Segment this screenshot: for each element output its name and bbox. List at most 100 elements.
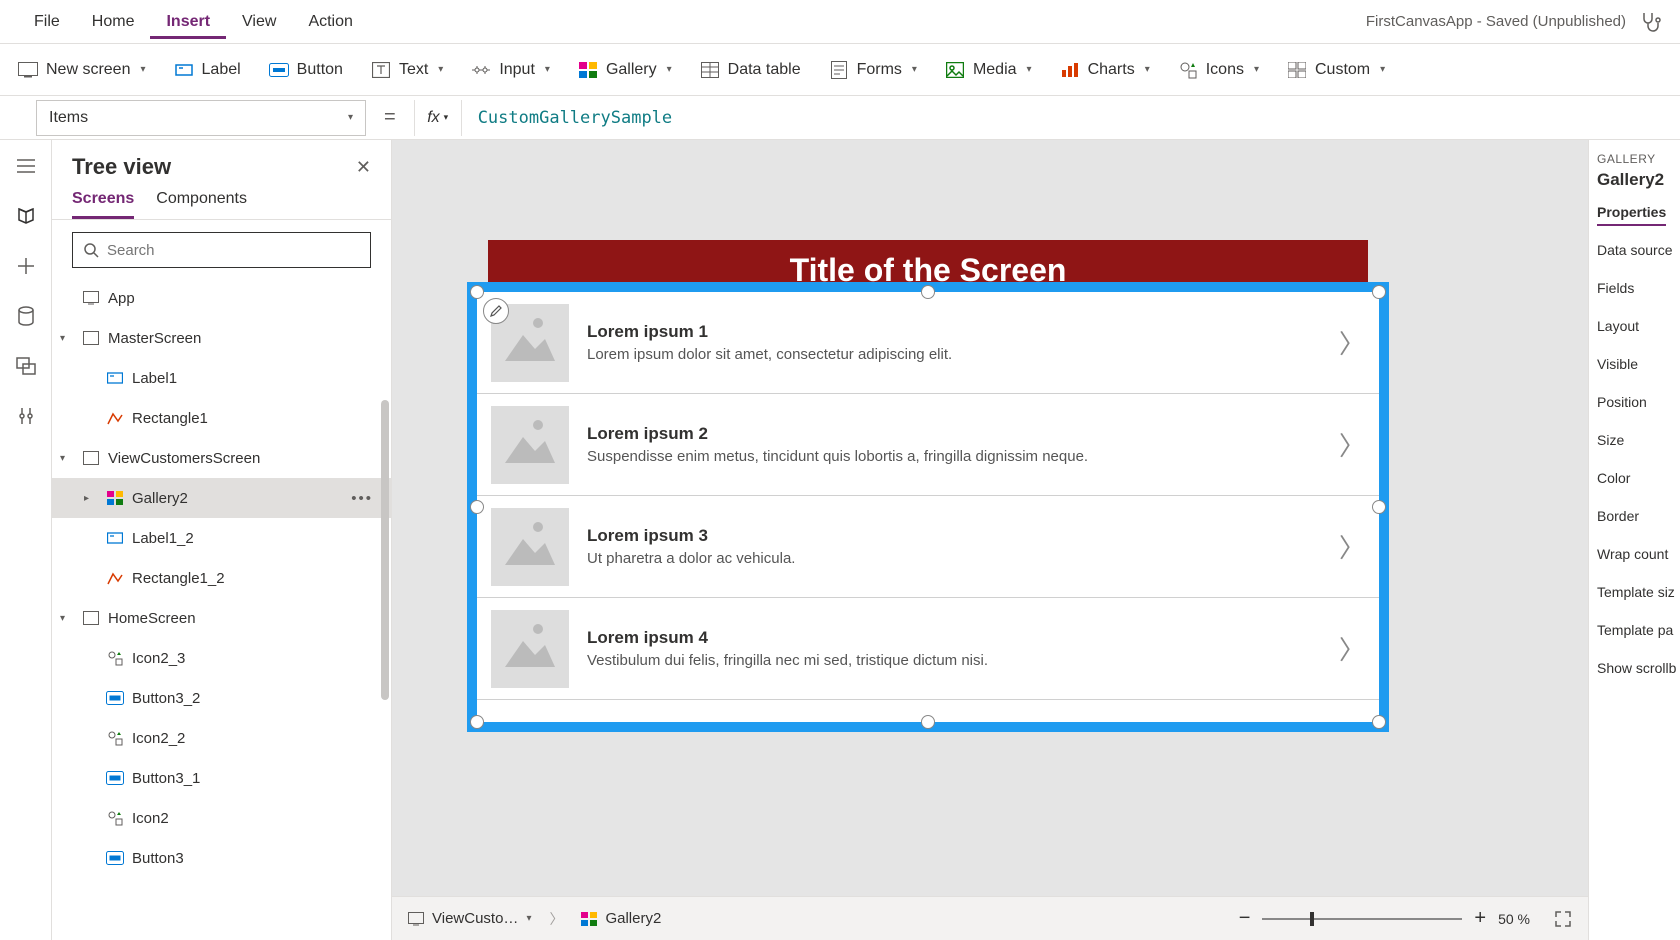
tree-node-rectangle1[interactable]: Rectangle1 xyxy=(52,398,391,438)
hamburger-icon[interactable] xyxy=(14,154,38,178)
app-checker-icon[interactable] xyxy=(1638,10,1662,34)
zoom-slider[interactable] xyxy=(1262,918,1462,920)
ribbon-charts[interactable]: Charts▾ xyxy=(1060,60,1150,80)
property-row[interactable]: Border xyxy=(1597,508,1672,524)
property-row[interactable]: Template siz xyxy=(1597,584,1672,600)
ribbon-label[interactable]: Label xyxy=(174,60,241,80)
expand-icon[interactable]: ▸ xyxy=(84,493,98,504)
zoom-out-button[interactable]: − xyxy=(1239,907,1251,930)
property-row[interactable]: Wrap count xyxy=(1597,546,1672,562)
menu-insert[interactable]: Insert xyxy=(150,5,226,39)
props-tab-properties[interactable]: Properties xyxy=(1597,204,1666,226)
edit-pencil-icon[interactable] xyxy=(483,298,509,324)
resize-handle[interactable] xyxy=(1372,715,1386,729)
property-row[interactable]: Template pa xyxy=(1597,622,1672,638)
tree-node-label1_2[interactable]: Label1_2 xyxy=(52,518,391,558)
fit-screen-icon[interactable] xyxy=(1554,910,1572,928)
property-row[interactable]: Show scrollb xyxy=(1597,660,1672,676)
gallery-row[interactable]: Lorem ipsum 2Suspendisse enim metus, tin… xyxy=(477,394,1379,496)
tree-node-masterscreen[interactable]: ▾MasterScreen xyxy=(52,318,391,358)
tree-node-icon2_3[interactable]: Icon2_3 xyxy=(52,638,391,678)
gallery-selection[interactable]: Lorem ipsum 1Lorem ipsum dolor sit amet,… xyxy=(467,282,1389,732)
tree-node-app[interactable]: App xyxy=(52,278,391,318)
fx-button[interactable]: fx▾ xyxy=(414,100,462,136)
breadcrumb-screen[interactable]: ViewCusto… ▾ xyxy=(408,910,531,927)
menu-file[interactable]: File xyxy=(18,5,76,39)
advanced-tools-icon[interactable] xyxy=(14,404,38,428)
ribbon-input[interactable]: Input▾ xyxy=(471,60,550,80)
tree-node-icon2_2[interactable]: Icon2_2 xyxy=(52,718,391,758)
tree-node-icon2[interactable]: Icon2 xyxy=(52,798,391,838)
resize-handle[interactable] xyxy=(921,715,935,729)
ribbon-icons[interactable]: Icons▾ xyxy=(1178,60,1259,80)
resize-handle[interactable] xyxy=(921,285,935,299)
tab-screens[interactable]: Screens xyxy=(72,190,134,219)
ribbon-data-table[interactable]: Data table xyxy=(700,60,801,80)
gallery-item-subtitle: Ut pharetra a dolor ac vehicula. xyxy=(587,550,1321,567)
formula-input[interactable]: CustomGallerySample xyxy=(462,100,1680,136)
resize-handle[interactable] xyxy=(1372,500,1386,514)
media-rail-icon[interactable] xyxy=(14,354,38,378)
tree-node-label: Rectangle1 xyxy=(132,410,208,427)
search-input[interactable] xyxy=(107,242,360,259)
tree-node-button3_1[interactable]: Button3_1 xyxy=(52,758,391,798)
tree-node-button3_2[interactable]: Button3_2 xyxy=(52,678,391,718)
property-row[interactable]: Fields xyxy=(1597,280,1672,296)
icons-icon xyxy=(1178,60,1198,80)
property-selector[interactable]: Items▾ xyxy=(36,100,366,136)
menu-action[interactable]: Action xyxy=(292,5,368,39)
ribbon-forms[interactable]: Forms▾ xyxy=(829,60,917,80)
tree-node-gallery2[interactable]: ▸Gallery2••• xyxy=(52,478,391,518)
gallery-row[interactable]: Lorem ipsum 3Ut pharetra a dolor ac vehi… xyxy=(477,496,1379,598)
ribbon-new-screen[interactable]: New screen▾ xyxy=(18,60,146,80)
resize-handle[interactable] xyxy=(470,285,484,299)
breadcrumb-control[interactable]: Gallery2 xyxy=(581,910,661,927)
resize-handle[interactable] xyxy=(1372,285,1386,299)
chevron-right-icon[interactable]: 〉 xyxy=(1339,426,1365,463)
ribbon-text[interactable]: Text▾ xyxy=(371,60,443,80)
property-row[interactable]: Color xyxy=(1597,470,1672,486)
tree-node-button3[interactable]: Button3 xyxy=(52,838,391,878)
tree-search-box[interactable] xyxy=(72,232,371,268)
expand-icon[interactable]: ▾ xyxy=(60,453,74,464)
icon-icon xyxy=(106,649,124,667)
chevron-right-icon[interactable]: 〉 xyxy=(1339,324,1365,361)
expand-icon[interactable]: ▾ xyxy=(60,333,74,344)
tree-node-viewcustomersscreen[interactable]: ▾ViewCustomersScreen xyxy=(52,438,391,478)
canvas-area[interactable]: Title of the Screen Lorem ipsum 1Lorem i… xyxy=(392,140,1588,940)
tree-view-panel: Tree view ✕ Screens Components App▾Maste… xyxy=(52,140,392,940)
gallery-row[interactable]: Lorem ipsum 1Lorem ipsum dolor sit amet,… xyxy=(477,292,1379,394)
chevron-right-icon[interactable]: 〉 xyxy=(1339,630,1365,667)
zoom-in-button[interactable]: + xyxy=(1474,907,1486,930)
tree-node-homescreen[interactable]: ▾HomeScreen xyxy=(52,598,391,638)
tree-view-icon[interactable] xyxy=(14,204,38,228)
menu-view[interactable]: View xyxy=(226,5,292,39)
ribbon-media[interactable]: Media▾ xyxy=(945,60,1032,80)
close-icon[interactable]: ✕ xyxy=(356,157,371,178)
tree-node-rectangle1_2[interactable]: Rectangle1_2 xyxy=(52,558,391,598)
gallery-item-subtitle: Suspendisse enim metus, tincidunt quis l… xyxy=(587,448,1321,465)
tab-components[interactable]: Components xyxy=(156,190,247,219)
property-row[interactable]: Position xyxy=(1597,394,1672,410)
ribbon-button[interactable]: Button xyxy=(269,60,343,80)
property-row[interactable]: Visible xyxy=(1597,356,1672,372)
app-icon xyxy=(82,289,100,307)
more-icon[interactable]: ••• xyxy=(351,490,373,507)
chevron-right-icon[interactable]: 〉 xyxy=(1339,528,1365,565)
resize-handle[interactable] xyxy=(470,500,484,514)
ribbon-gallery[interactable]: Gallery▾ xyxy=(578,60,672,80)
property-row[interactable]: Size xyxy=(1597,432,1672,448)
property-row[interactable]: Layout xyxy=(1597,318,1672,334)
tree-scrollbar[interactable] xyxy=(381,400,389,700)
resize-handle[interactable] xyxy=(470,715,484,729)
tree-node-label1[interactable]: Label1 xyxy=(52,358,391,398)
label-icon xyxy=(106,529,124,547)
property-row[interactable]: Data source xyxy=(1597,242,1672,258)
menu-home[interactable]: Home xyxy=(76,5,151,39)
ribbon-custom[interactable]: Custom▾ xyxy=(1287,60,1385,80)
gallery-row[interactable]: Lorem ipsum 4Vestibulum dui felis, fring… xyxy=(477,598,1379,700)
data-icon[interactable] xyxy=(14,304,38,328)
expand-icon[interactable]: ▾ xyxy=(60,613,74,624)
add-icon[interactable] xyxy=(14,254,38,278)
tree-node-label: Button3_1 xyxy=(132,770,200,787)
